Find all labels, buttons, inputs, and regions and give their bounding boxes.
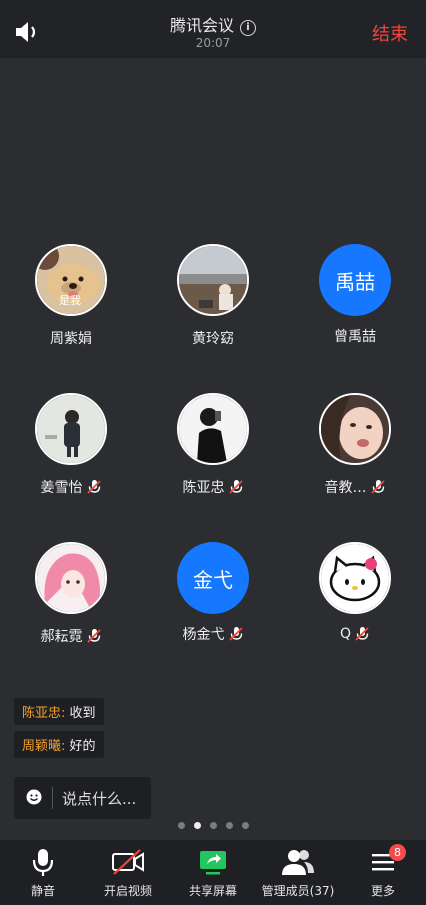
participant-name: 陈亚忠: [143, 477, 283, 497]
avatar: [319, 542, 391, 614]
notification-badge: 8: [389, 844, 406, 861]
page-dot[interactable]: [177, 822, 185, 829]
page-dot[interactable]: [225, 822, 233, 829]
microphone-icon: [32, 849, 54, 876]
mic-muted-icon: [86, 480, 101, 494]
participant-tile[interactable]: 金弋 杨金弋: [143, 542, 283, 644]
mic-muted-icon: [86, 629, 101, 643]
page-dot[interactable]: [241, 822, 249, 829]
members-icon: [282, 850, 314, 875]
participant-tile[interactable]: 是我 周紫娟: [1, 244, 141, 348]
top-bar: 腾讯会议 i 20:07 结束: [0, 0, 426, 58]
chat-text: 好的: [65, 739, 96, 754]
mic-muted-icon: [228, 627, 243, 641]
manage-members-label: 管理成员(37): [261, 884, 335, 898]
participant-tile[interactable]: 黄玲窈: [143, 244, 283, 348]
avatar: [177, 393, 249, 465]
chat-input-placeholder: 说点什么...: [62, 790, 137, 808]
mic-muted-icon: [228, 480, 243, 494]
mute-label: 静音: [30, 884, 55, 898]
avatar: 禹喆: [319, 244, 391, 316]
page-dot-active[interactable]: [193, 822, 201, 829]
emoji-icon[interactable]: [26, 789, 42, 805]
mic-muted-icon: [370, 480, 385, 494]
video-button[interactable]: 开启视频: [85, 846, 171, 899]
video-label: 开启视频: [103, 884, 152, 898]
chat-sender: 陈亚忠:: [22, 706, 66, 721]
participant-tile[interactable]: 郝耘霓: [1, 542, 141, 646]
avatar: 是我: [35, 244, 107, 316]
chat-input[interactable]: 说点什么...: [14, 777, 151, 819]
chat-text: 收到: [65, 706, 96, 721]
participant-tile[interactable]: 陈亚忠: [143, 393, 283, 497]
participant-name: 周紫娟: [50, 331, 92, 347]
chat-sender: 周颖曦:: [22, 739, 66, 754]
participant-name: 音教…: [285, 477, 425, 497]
participant-tile[interactable]: 姜雪怡: [1, 393, 141, 497]
avatar: [177, 244, 249, 316]
manage-members-button[interactable]: 管理成员(37): [255, 846, 341, 899]
participant-name: 曾禹喆: [334, 329, 376, 345]
share-screen-button[interactable]: 共享屏幕: [170, 846, 256, 899]
mute-button[interactable]: 静音: [0, 846, 86, 899]
chat-message: 陈亚忠: 收到: [14, 698, 104, 725]
mic-muted-icon: [355, 627, 369, 641]
chat-message: 周颖曦: 好的: [14, 731, 104, 758]
participant-tile[interactable]: 音教…: [285, 393, 425, 497]
more-button[interactable]: 8 更多: [340, 844, 426, 899]
video-off-icon: [112, 849, 144, 875]
avatar-caption: 是我: [59, 294, 81, 307]
share-screen-label: 共享屏幕: [188, 884, 237, 898]
more-label: 更多: [370, 884, 395, 898]
avatar: [35, 542, 107, 614]
participant-name: 黄玲窈: [192, 331, 234, 347]
page-dot[interactable]: [209, 822, 217, 829]
participant-tile[interactable]: 禹喆 曾禹喆: [285, 244, 425, 346]
participant-name: Q: [285, 626, 425, 642]
meeting-duration: 20:07: [195, 36, 231, 50]
input-divider: [52, 787, 53, 809]
meeting-title-text: 腾讯会议: [169, 16, 234, 35]
end-meeting-button[interactable]: 结束: [372, 20, 408, 46]
share-screen-icon: [200, 851, 226, 875]
avatar: [319, 393, 391, 465]
avatar: 金弋: [177, 542, 249, 614]
meeting-title[interactable]: 腾讯会议 i: [0, 12, 426, 36]
participant-name: 郝耘霓: [1, 626, 141, 646]
participant-tile[interactable]: Q: [285, 542, 425, 642]
participant-name: 姜雪怡: [1, 477, 141, 497]
page-indicator[interactable]: [0, 822, 426, 829]
participant-name: 杨金弋: [143, 624, 283, 644]
info-icon[interactable]: i: [240, 20, 256, 36]
bottom-toolbar: 静音 开启视频 共享屏幕 管理成员(37) 8 更多: [0, 840, 426, 905]
avatar: [35, 393, 107, 465]
